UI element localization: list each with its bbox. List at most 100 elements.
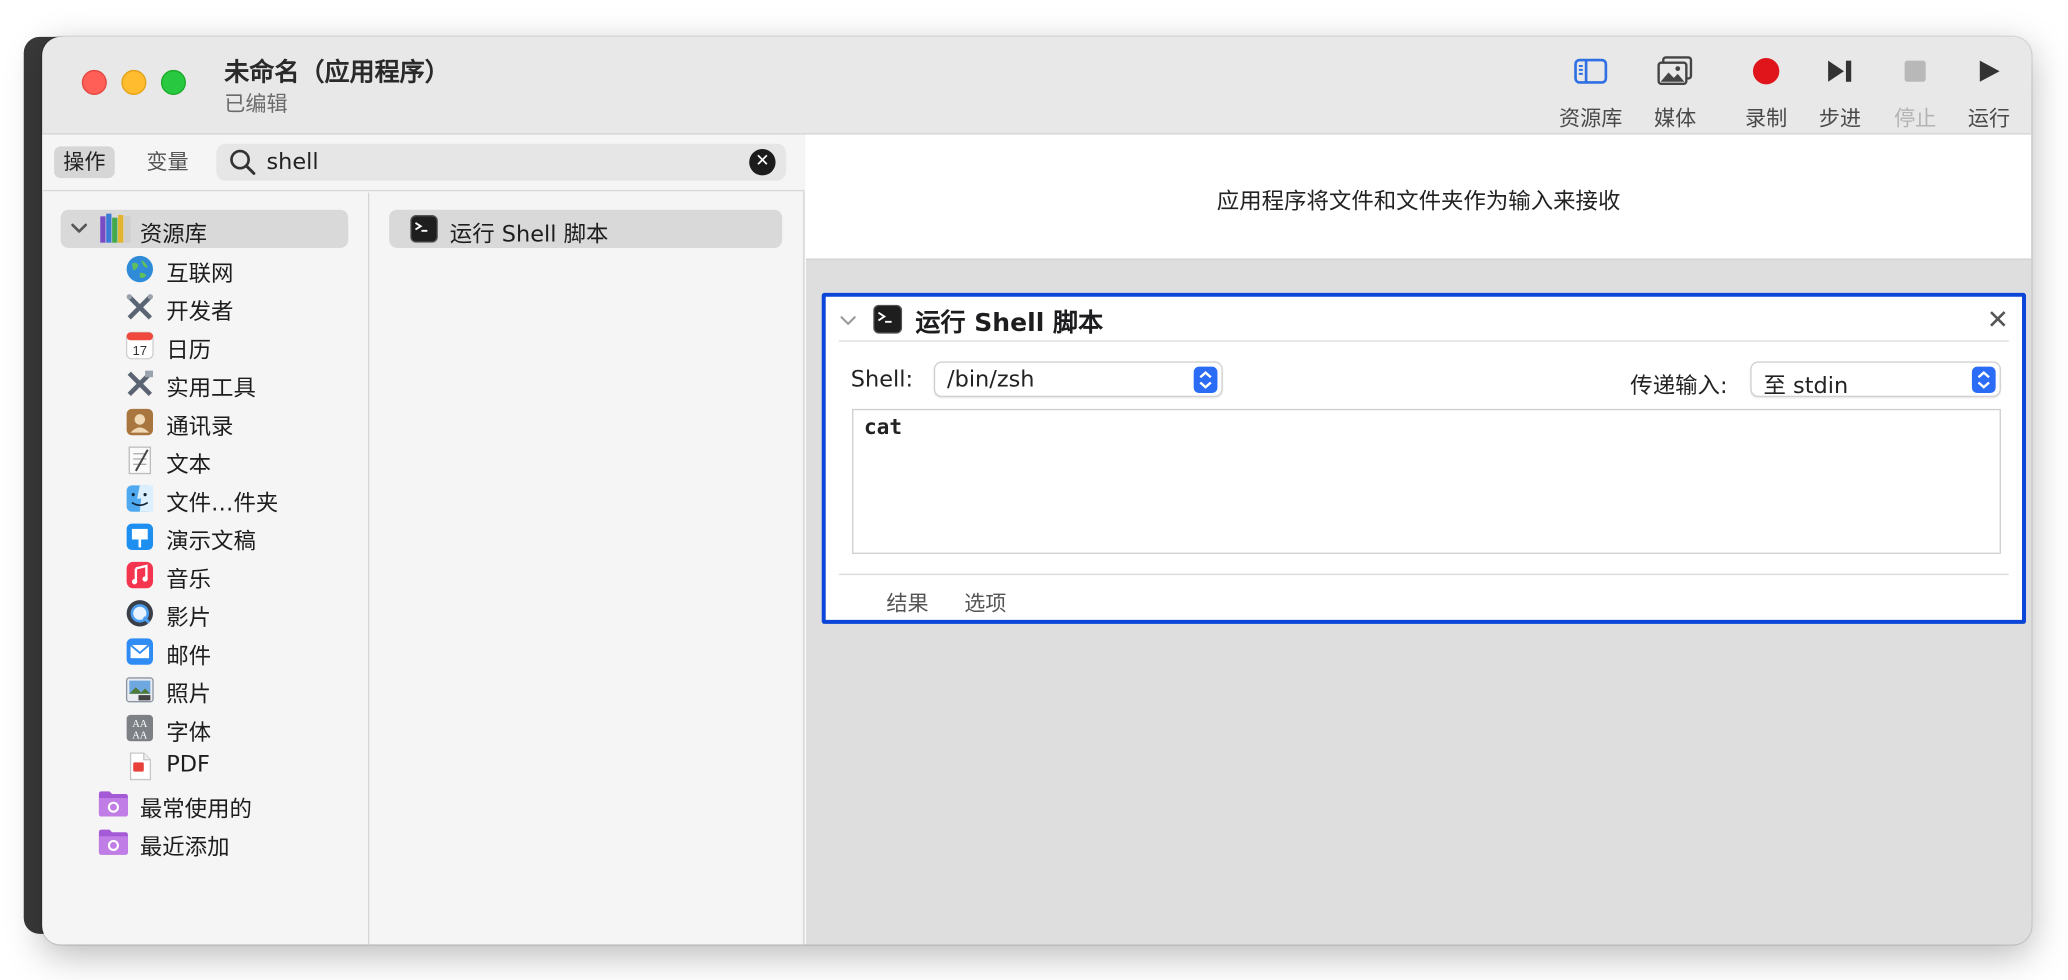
action-card-header: 运行 Shell 脚本 ✕	[826, 297, 2022, 344]
pass-input-select-value: 至 stdin	[1763, 373, 1849, 400]
options-tab[interactable]: 选项	[964, 586, 1006, 618]
library-list: 资源库 互联网 开发者 17 日历 实用工具 通讯录 文本 文件…件夹 演示文稿…	[42, 192, 370, 945]
font-icon-badge: AA	[132, 719, 148, 730]
shell-select[interactable]: /bin/zsh	[933, 361, 1223, 398]
library-books-icon	[100, 213, 131, 243]
smart-group-label: 最近添加	[139, 834, 230, 862]
workflow-header: 应用程序将文件和文件夹作为输入来接收	[805, 134, 2032, 260]
tab-actions[interactable]: 操作	[54, 146, 115, 179]
sidebar-icon	[1574, 58, 1608, 84]
text-document-icon	[124, 445, 156, 477]
library-item-label: PDF	[166, 751, 210, 779]
select-stepper-icon	[1971, 366, 1996, 394]
library-root-label: 资源库	[139, 221, 208, 248]
font-icon: AA AA	[124, 712, 156, 744]
contacts-icon	[124, 406, 156, 438]
filter-bar: 操作 变量 ✕	[42, 134, 805, 192]
zoom-window-button[interactable]	[160, 69, 186, 95]
pass-input-select[interactable]: 至 stdin	[1750, 361, 2001, 400]
close-window-button[interactable]	[81, 69, 107, 95]
utilities-icon	[124, 368, 156, 400]
library-item-label: 音乐	[166, 567, 212, 594]
step-icon	[1828, 60, 1852, 82]
chevron-down-icon[interactable]	[69, 218, 90, 239]
mail-icon	[124, 636, 156, 668]
document-status: 已编辑	[224, 91, 288, 117]
library-item-label: 文件…件夹	[166, 490, 279, 518]
automator-window: 未命名（应用程序） 已编辑 资源库 媒体 录制 步进 停止 运行 操作 变量 s…	[42, 36, 2032, 945]
finder-icon	[124, 483, 156, 515]
script-editor[interactable]: cat	[852, 408, 2001, 554]
toolbar-step-button[interactable]: 步进	[1798, 53, 1882, 132]
library-item-label: 开发者	[166, 299, 234, 326]
results-tab[interactable]: 结果	[886, 586, 928, 618]
toolbar-record-label: 录制	[1745, 105, 1788, 131]
search-icon	[230, 149, 256, 175]
document-title: 未命名（应用程序）	[224, 58, 450, 88]
library-item-label: 照片	[166, 681, 212, 709]
search-field: ✕	[216, 143, 787, 181]
action-label: 运行 Shell 脚本	[449, 221, 609, 248]
toolbar-step-label: 步进	[1818, 105, 1862, 131]
shell-select-value: /bin/zsh	[947, 366, 1035, 394]
collapse-chevron-icon[interactable]	[839, 311, 857, 329]
library-item-label: 影片	[166, 605, 212, 632]
toolbar-record-button[interactable]: 录制	[1724, 53, 1808, 132]
shell-script-action-card[interactable]: 运行 Shell 脚本 ✕ Shell: /bin/zsh 传递输入: 至 st…	[821, 292, 2026, 624]
library-item-label: 邮件	[166, 643, 212, 671]
library-item-label: 演示文稿	[166, 528, 256, 556]
library-item-label: 文本	[166, 452, 212, 479]
workflow-input-description: 应用程序将文件和文件夹作为输入来接收	[1216, 188, 1621, 215]
record-icon	[1752, 58, 1780, 85]
toolbar-library-label: 资源库	[1559, 105, 1623, 131]
select-stepper-icon	[1193, 366, 1218, 394]
divider	[838, 340, 2009, 342]
library-root-item[interactable]: 资源库	[60, 209, 349, 248]
library-item-label: 通讯录	[166, 414, 234, 441]
toolbar-stop-button[interactable]: 停止	[1873, 53, 1957, 132]
action-card-title: 运行 Shell 脚本	[915, 308, 1104, 338]
action-run-shell-script[interactable]: 运行 Shell 脚本	[389, 209, 783, 248]
photo-icon	[1657, 56, 1693, 85]
font-icon-badge: AA	[132, 731, 148, 742]
stop-icon	[1904, 60, 1926, 82]
workflow-area: 应用程序将文件和文件夹作为输入来接收 运行 Shell 脚本 ✕ Shell: …	[805, 134, 2032, 945]
calendar-badge: 17	[132, 343, 147, 358]
pdf-icon	[124, 751, 156, 783]
pass-input-label: 传递输入:	[1630, 373, 1728, 400]
remove-action-button[interactable]: ✕	[1987, 303, 2009, 335]
toolbar-library-button[interactable]: 资源库	[1549, 53, 1633, 132]
globe-icon	[124, 253, 156, 285]
smart-folder-icon	[98, 829, 128, 855]
library-pane: 操作 变量 ✕ 资源库 互联网	[42, 134, 805, 945]
minimize-window-button[interactable]	[121, 69, 147, 95]
library-item-label: 实用工具	[166, 375, 256, 403]
toolbar-run-button[interactable]: 运行	[1947, 53, 2031, 132]
actions-list: 运行 Shell 脚本	[371, 193, 805, 945]
tab-variables[interactable]: 变量	[137, 146, 198, 178]
terminal-icon	[410, 214, 438, 243]
quicktime-icon	[124, 598, 156, 630]
toolbar-media-label: 媒体	[1654, 105, 1697, 131]
developer-tools-icon	[124, 291, 156, 323]
keynote-icon	[124, 521, 156, 553]
library-item-label: 字体	[166, 720, 212, 747]
library-item-label: 互联网	[166, 261, 234, 288]
toolbar-run-label: 运行	[1967, 105, 2011, 131]
shell-label: Shell:	[850, 366, 914, 394]
library-item-label: 日历	[166, 337, 212, 365]
toolbar-media-button[interactable]: 媒体	[1633, 53, 1717, 132]
clear-search-button[interactable]: ✕	[749, 149, 776, 176]
divider	[838, 573, 2009, 576]
smart-folder-icon	[98, 791, 128, 817]
search-input[interactable]	[266, 146, 729, 179]
photos-icon	[124, 674, 156, 706]
script-text: cat	[863, 414, 903, 440]
toolbar-stop-label: 停止	[1894, 105, 1937, 131]
play-icon	[1979, 60, 2000, 82]
music-icon	[124, 559, 156, 591]
calendar-icon: 17	[124, 330, 156, 362]
smart-group-label: 最常使用的	[139, 796, 252, 824]
terminal-icon	[873, 304, 903, 334]
title-bar: 未命名（应用程序） 已编辑 资源库 媒体 录制 步进 停止 运行	[42, 36, 2032, 135]
